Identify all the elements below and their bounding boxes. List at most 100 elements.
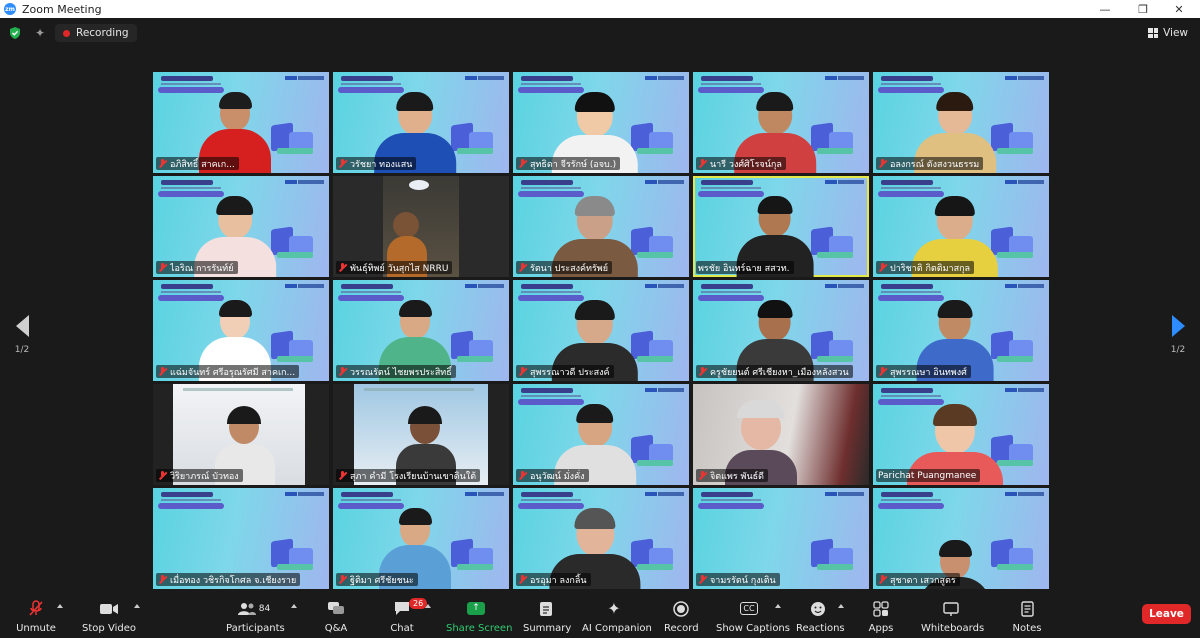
minimize-icon[interactable]: — xyxy=(1090,0,1120,18)
participant-video-tile[interactable]: อภิสิทธิ์ สาคเก... xyxy=(153,72,329,173)
share-screen-label: Share Screen xyxy=(446,623,513,634)
participant-name: ปาริชาติ กิตติมาสกุล xyxy=(890,263,971,274)
notes-label: Notes xyxy=(1012,623,1042,634)
muted-mic-icon xyxy=(518,575,527,584)
participants-button[interactable]: 84 Participants xyxy=(226,600,285,634)
record-button[interactable]: Record xyxy=(664,600,699,634)
recording-indicator[interactable]: Recording xyxy=(55,24,137,42)
participant-name-tag: พรชัย อินทร์ฉาย สสวท. xyxy=(696,261,794,274)
slide-banner-text xyxy=(881,187,941,189)
participant-video-tile[interactable]: วรัชยา ทองแสน xyxy=(333,72,509,173)
org-logo-icon xyxy=(645,76,657,80)
audio-options-caret-icon[interactable] xyxy=(57,604,63,608)
slide-banner-text xyxy=(881,291,941,293)
chat-caret-icon[interactable] xyxy=(425,604,431,608)
muted-mic-icon xyxy=(698,367,707,376)
participant-video-tile[interactable]: สุภา คำมี โรงเรียนบ้านเขาดินใต้ xyxy=(333,384,509,485)
captions-caret-icon[interactable] xyxy=(775,604,781,608)
close-icon[interactable]: ✕ xyxy=(1164,0,1194,18)
slide-banner xyxy=(161,284,213,289)
participant-video-tile[interactable]: ไอริณ การรันท์ย์ xyxy=(153,176,329,277)
summary-button[interactable]: Summary xyxy=(523,600,571,634)
window-title: Zoom Meeting xyxy=(22,2,102,16)
participant-video-tile[interactable]: พรชัย อินทร์ฉาย สสวท. xyxy=(693,176,869,277)
participant-video-tile[interactable]: ฐิติมา ศรีชัยชนะ xyxy=(333,488,509,589)
participant-video-tile[interactable]: อลงกรณ์ ดังสงวนธรรม xyxy=(873,72,1049,173)
participant-video-tile[interactable]: สุชาดา เสวกสูตร xyxy=(873,488,1049,589)
participant-name: สุพรรณาวดี ประสงค์ xyxy=(530,367,610,378)
participant-name-tag: สุพรรณาวดี ประสงค์ xyxy=(516,365,614,378)
participant-video-tile[interactable]: สุพรรณาวดี ประสงค์ xyxy=(513,280,689,381)
video-options-caret-icon[interactable] xyxy=(134,604,140,608)
stop-video-button[interactable]: Stop Video xyxy=(82,600,136,634)
apps-label: Apps xyxy=(868,623,894,634)
qa-button[interactable]: Q&A xyxy=(318,600,354,634)
security-shield-icon[interactable] xyxy=(8,26,22,40)
participant-name-tag: ไอริณ การรันท์ย์ xyxy=(156,261,238,274)
participants-caret-icon[interactable] xyxy=(291,604,297,608)
ai-companion-button[interactable]: ✦ AI Companion xyxy=(582,599,652,634)
org-logo-icon xyxy=(825,284,837,288)
chat-label: Chat xyxy=(390,623,414,634)
reactions-button[interactable]: Reactions xyxy=(796,600,845,634)
show-captions-button[interactable]: CC Show Captions xyxy=(716,600,790,634)
ai-sparkle-icon[interactable]: ✦ xyxy=(33,26,47,40)
participant-video-tile[interactable]: ครูชัยยนต์ ศรีเชียงหา_เมืองหลังสวน xyxy=(693,280,869,381)
org-logo-icon xyxy=(1005,492,1017,496)
slide-banner-text xyxy=(161,499,221,501)
unmute-button[interactable]: Unmute xyxy=(14,600,58,634)
previous-page-button[interactable]: 1/2 xyxy=(7,315,37,355)
whiteboards-button[interactable]: Whiteboards xyxy=(921,600,984,634)
chat-button[interactable]: 26 Chat xyxy=(387,598,428,634)
participant-video-tile[interactable]: เมื่อทอง วชิรกิจโกศล จ.เชียงราย xyxy=(153,488,329,589)
participant-video-tile[interactable]: พันธุ์ทิพย์ วันสุกไส NRRU xyxy=(333,176,509,277)
view-button[interactable]: View xyxy=(1148,24,1188,42)
participant-video-tile[interactable]: อนุวัฒน์ มั่งคั่ง xyxy=(513,384,689,485)
participant-video-tile[interactable]: สุพรรณษา อินทพงศ์ xyxy=(873,280,1049,381)
org-logo-icon xyxy=(645,284,657,288)
participant-name-tag: Parichat Puangmanee xyxy=(876,469,981,482)
share-screen-button[interactable]: ↑ Share Screen xyxy=(446,600,513,634)
participant-video-tile[interactable]: อรอุมา ลงกลิ้น xyxy=(513,488,689,589)
participant-video-tile[interactable]: จิตแพร พันธ์ดี xyxy=(693,384,869,485)
participant-name-tag: อรอุมา ลงกลิ้น xyxy=(516,573,591,586)
stop-video-label: Stop Video xyxy=(82,623,136,634)
next-page-button[interactable]: 1/2 xyxy=(1163,315,1193,355)
org-logo-icon xyxy=(1005,180,1017,184)
participant-video-tile[interactable]: ปาริชาติ กิตติมาสกุล xyxy=(873,176,1049,277)
slide-title-chip xyxy=(158,503,224,509)
record-label: Record xyxy=(664,623,699,634)
participant-video-tile[interactable]: วิริยาภรณ์ บัวทอง xyxy=(153,384,329,485)
reactions-caret-icon[interactable] xyxy=(838,604,844,608)
participant-video-tile[interactable]: วรรณรัตน์ ไชยพรประสิทธิ์ xyxy=(333,280,509,381)
org-logo-icon xyxy=(465,284,477,288)
participant-video-tile[interactable]: แฉ่มจันทร์ ศรีอรุณรัศมี สาคเก... xyxy=(153,280,329,381)
muted-mic-icon xyxy=(338,471,347,480)
slide-illustration xyxy=(271,120,317,158)
org-logo-icon xyxy=(285,492,297,496)
restore-icon[interactable]: ❐ xyxy=(1128,0,1158,18)
participant-video-tile[interactable]: รัตนา ประสงค์ทรัพย์ xyxy=(513,176,689,277)
participant-video-tile[interactable]: นารี วงศ์ศิโรจน์กุล xyxy=(693,72,869,173)
org-logo-text xyxy=(298,492,324,496)
slide-banner xyxy=(881,76,933,81)
org-logo-text xyxy=(658,388,684,392)
slide-banner xyxy=(521,388,573,393)
apps-button[interactable]: Apps xyxy=(866,600,896,634)
participant-name-tag: อลงกรณ์ ดังสงวนธรรม xyxy=(876,157,984,170)
participant-video-tile[interactable]: Parichat Puangmanee xyxy=(873,384,1049,485)
participant-video-tile[interactable]: จามรรัตน์ กุงเติน xyxy=(693,488,869,589)
muted-mic-icon xyxy=(518,471,527,480)
slide-banner xyxy=(341,284,393,289)
slide-banner xyxy=(521,492,573,497)
participant-name-tag: จิตแพร พันธ์ดี xyxy=(696,469,768,482)
slide-illustration xyxy=(991,328,1037,366)
muted-mic-icon xyxy=(698,575,707,584)
chevron-right-icon xyxy=(1171,315,1185,337)
participant-video-tile[interactable]: สุทธิดา จีรรักษ์ (อจบ.) xyxy=(513,72,689,173)
muted-mic-icon xyxy=(878,575,887,584)
muted-mic-icon xyxy=(14,600,58,617)
cc-icon-text: CC xyxy=(740,602,758,615)
notes-button[interactable]: Notes xyxy=(1012,600,1042,634)
leave-button[interactable]: Leave xyxy=(1142,604,1191,624)
